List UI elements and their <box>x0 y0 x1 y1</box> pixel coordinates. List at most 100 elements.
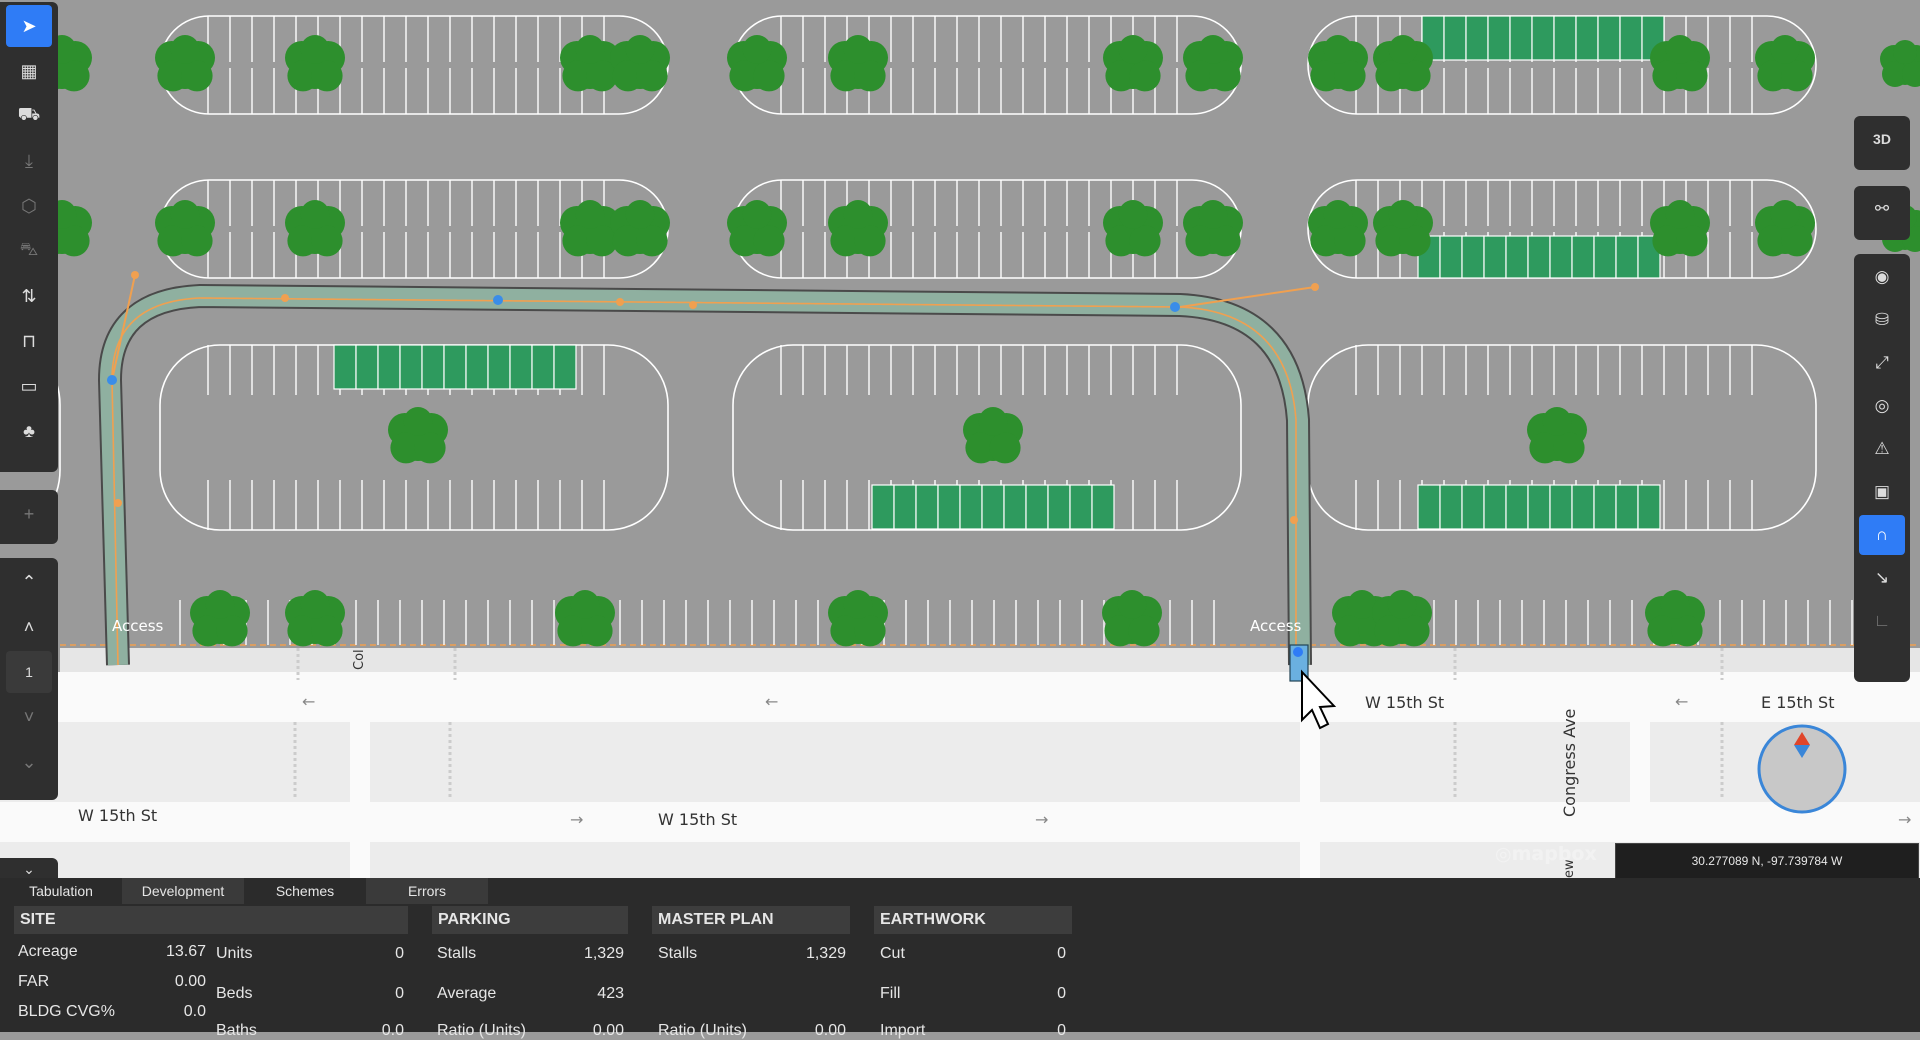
coordinates-readout: 30.277089 N, -97.739784 W <box>1615 843 1919 879</box>
tree-icon <box>1103 200 1163 257</box>
select-tool-button[interactable]: ➤ <box>6 5 52 47</box>
site-map[interactable] <box>0 0 1920 878</box>
ev-parking-stall <box>1091 484 1115 530</box>
canopy-tool-button[interactable]: ⊓ <box>6 320 52 362</box>
angle-button[interactable]: ∟ <box>1859 601 1905 641</box>
split-icon: ⇅ <box>21 285 37 306</box>
ev-parking-stall <box>531 344 555 390</box>
snap-button[interactable]: ∩ <box>1859 515 1905 555</box>
site-section: SITE <box>14 906 408 934</box>
car-icon: ⛍ <box>19 239 39 259</box>
ev-parking-stall <box>893 484 917 530</box>
compass-dial-icon: ◎ <box>1874 396 1890 415</box>
ev-parking-stall <box>1531 15 1555 61</box>
tree-icon <box>828 200 888 257</box>
earthwork-section: EARTHWORK <box>874 906 1072 934</box>
warning-button[interactable]: ⚠ <box>1859 429 1905 469</box>
ev-parking-stall <box>1593 484 1617 530</box>
beds-label: Beds <box>216 985 253 1002</box>
ev-parking-stall <box>1571 235 1595 279</box>
ev-parking-stall <box>1417 484 1441 530</box>
compass-icon[interactable] <box>1757 724 1847 814</box>
cut-value: 0 <box>1057 945 1066 962</box>
far-value: 0.00 <box>174 973 206 990</box>
tab-errors[interactable]: Errors <box>366 878 488 904</box>
panel-collapse-button[interactable]: ⌄ <box>0 858 58 880</box>
fullscreen-button[interactable]: ⤢ <box>1859 343 1905 383</box>
cut-label: Cut <box>880 945 905 962</box>
panel-tabs: Tabulation Development Schemes Errors <box>0 878 1920 904</box>
ev-parking-stall <box>1575 15 1599 61</box>
tree-icon <box>190 590 250 647</box>
tree-icon <box>1373 35 1433 92</box>
ev-parking-stall <box>1487 15 1511 61</box>
chevron-up-icon: ˄ <box>23 616 35 637</box>
tree-icon <box>155 35 215 92</box>
section-title: PARKING <box>432 906 628 934</box>
tree-icon <box>1103 35 1163 92</box>
layers-button[interactable]: ⛁ <box>1859 300 1905 340</box>
cube-tool-button[interactable]: ⬡ <box>6 185 52 227</box>
ev-parking-stall <box>1571 484 1595 530</box>
baths-label: Baths <box>216 1022 257 1039</box>
ev-parking-stall <box>1593 235 1617 279</box>
ev-parking-stall <box>1549 484 1573 530</box>
building-tool-button[interactable]: ▦ <box>6 50 52 92</box>
acreage-value: 13.67 <box>165 943 206 960</box>
parking-stalls-label: Stalls <box>437 945 477 962</box>
tree-tool-button[interactable]: ♣ <box>6 410 52 452</box>
level-up-button[interactable]: ˄ <box>6 606 52 648</box>
right-toolbar: ◉ ⛁ ⤢ ◎ ⚠ ▣ ∩ ↘ ∟ <box>1854 254 1910 682</box>
parking-average-value: 423 <box>597 985 624 1002</box>
3d-view-button[interactable]: 3D <box>1859 119 1905 159</box>
mapbox-text: mapbox <box>1511 843 1597 865</box>
master-stalls-label: Stalls <box>658 945 698 962</box>
left-toolbar: ➤ ▦ ⛟ ⤓ ⬡ ⛍ ⇅ ⊓ ▭ ♣ <box>0 2 58 472</box>
visibility-button[interactable]: ◉ <box>1859 257 1905 297</box>
ev-parking-stall <box>1505 484 1529 530</box>
tree-icon <box>388 407 449 464</box>
top-level-button[interactable]: ⌃ <box>6 561 52 603</box>
units-value: 0 <box>395 945 404 962</box>
ruler-tool-button[interactable]: ▭ <box>6 365 52 407</box>
car-tool-button[interactable]: ⛍ <box>6 230 52 272</box>
add-shape-button[interactable]: + <box>6 493 52 535</box>
level-toolbar: ⌃ ˄ 1 ˅ ⌄ <box>0 558 58 800</box>
ev-parking-stall <box>1483 235 1507 279</box>
bottom-panel: Tabulation Development Schemes Errors SI… <box>0 878 1920 1039</box>
acreage-label: Acreage <box>18 943 78 960</box>
tree-icon <box>285 35 346 92</box>
split-tool-button[interactable]: ⇅ <box>6 275 52 317</box>
mapbox-logo[interactable]: ◎mapbox <box>1495 843 1597 865</box>
street-label: W 15th St <box>78 806 158 825</box>
truck-tool-button[interactable]: ⛟ <box>6 95 52 137</box>
arrow-button[interactable]: ↘ <box>1859 558 1905 598</box>
tab-development[interactable]: Development <box>122 878 244 904</box>
chevron-down-icon: ⌄ <box>23 860 35 877</box>
ev-parking-stall <box>1047 484 1071 530</box>
tree-icon <box>1308 35 1368 92</box>
ev-parking-stall <box>1069 484 1093 530</box>
add-toolbar: + <box>0 490 58 544</box>
tree-icon <box>1102 590 1162 647</box>
tab-tabulation[interactable]: Tabulation <box>0 878 122 904</box>
level-down-button[interactable]: ˅ <box>6 696 52 738</box>
arrow-down-right-icon: ↘ <box>1874 568 1890 587</box>
satellite-button[interactable]: ⚯ <box>1859 189 1905 229</box>
compass-button[interactable]: ◎ <box>1859 386 1905 426</box>
bottom-level-button[interactable]: ⌄ <box>6 741 52 783</box>
pin-tool-button[interactable]: ⤓ <box>6 140 52 182</box>
ev-parking-stall <box>1461 484 1485 530</box>
tab-schemes[interactable]: Schemes <box>244 878 366 904</box>
tree-icon <box>285 200 346 257</box>
pin-icon: ⤓ <box>25 150 33 171</box>
image-button[interactable]: ▣ <box>1859 472 1905 512</box>
eye-icon: ◉ <box>1874 267 1890 286</box>
chevron-down-icon: ˅ <box>23 706 35 727</box>
warning-icon: ⚠ <box>1874 439 1890 458</box>
access-label: Access <box>112 617 164 635</box>
ev-parking-stall <box>871 484 895 530</box>
fill-value: 0 <box>1057 985 1066 1002</box>
tree-icon <box>1755 35 1815 92</box>
mapbox-logo-icon: ◎ <box>1495 843 1512 865</box>
